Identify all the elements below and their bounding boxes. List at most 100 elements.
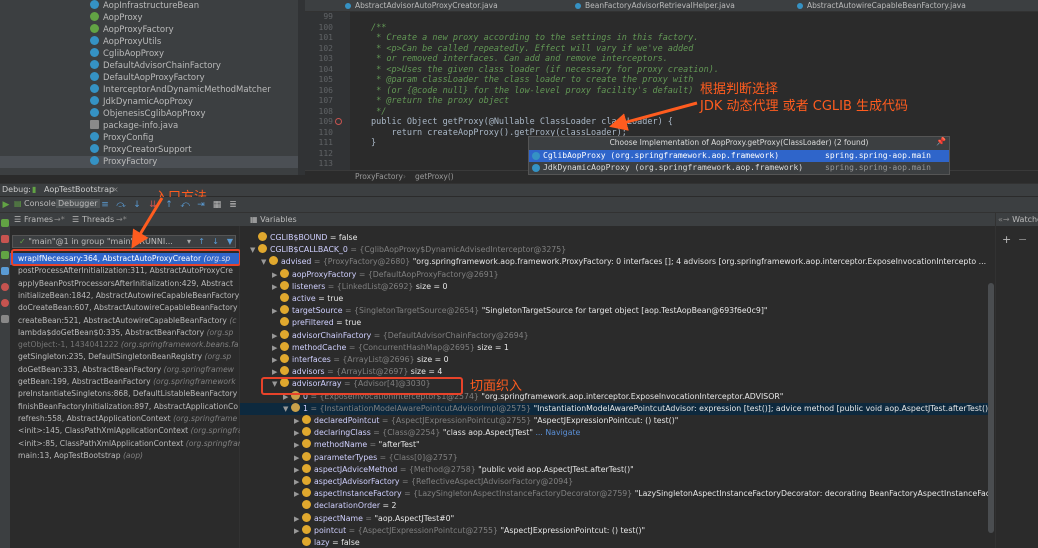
debugger-tab[interactable]: Debugger (56, 199, 100, 208)
stack-frame[interactable]: main:13, AopTestBootstrap (aop) (18, 450, 240, 462)
breadcrumb-item[interactable]: getProxy() (415, 172, 454, 181)
variable-row[interactable]: CGLIB$BOUND = false (250, 232, 988, 244)
tree-item[interactable]: ProxyConfig (90, 132, 154, 144)
tree-item[interactable]: CglibAopProxy (90, 48, 164, 60)
tree-item[interactable]: AopProxyUtils (90, 36, 161, 48)
pin-icon[interactable]: 📌 (936, 137, 946, 146)
run-config-tab[interactable]: AopTestBootstrap (44, 185, 114, 194)
editor-tab[interactable]: AbstractAutowireCapableBeanFactory.java (797, 0, 966, 12)
expand-icon[interactable]: ▶ (272, 330, 280, 342)
stack-frame[interactable]: createBean:521, AbstractAutowireCapableB… (18, 315, 240, 327)
mute-breakpoints-icon[interactable] (1, 299, 9, 307)
expand-icon[interactable]: ▶ (294, 464, 302, 476)
stack-frame[interactable]: finishBeanFactoryInitialization:897, Abs… (18, 401, 240, 413)
filter-icon[interactable]: ▼ (227, 236, 233, 248)
implementation-row[interactable]: JdkDynamicAopProxy (org.springframework.… (529, 162, 949, 174)
variable-row[interactable]: ▶ pointcut = {AspectJExpressionPointcut@2… (294, 524, 988, 537)
variable-row[interactable]: preFiltered = true (272, 317, 988, 329)
up-arrow-icon[interactable]: ↑ (198, 236, 205, 248)
thread-selector[interactable]: ✓ "main"@1 in group "main": RUNNI... ▾ ↑… (12, 235, 236, 248)
variable-row[interactable]: ▶ declaringClass = {Class@2254} "class ao… (294, 427, 988, 439)
tree-item[interactable]: AopInfrastructureBean (90, 0, 199, 12)
view-breakpoints-icon[interactable] (1, 283, 9, 291)
expand-icon[interactable]: ▶ (294, 452, 302, 464)
variable-row[interactable]: ▶ aspectJAdviceMethod = {Method@2758} "pu… (294, 463, 988, 476)
tree-item[interactable]: ObjenesisCglibAopProxy (90, 108, 206, 120)
frames-tab[interactable]: Frames (24, 213, 53, 226)
tree-item[interactable]: package-info.java (90, 120, 178, 132)
rerun-icon[interactable] (1, 219, 9, 227)
expand-icon[interactable]: ▶ (294, 476, 302, 488)
expand-icon[interactable]: ▶ (294, 439, 302, 451)
variable-row[interactable]: lazy = false (294, 537, 988, 548)
resume-icon[interactable]: ▶ (1, 200, 11, 210)
expand-icon[interactable]: ▶ (294, 415, 302, 427)
tree-item[interactable]: InterceptorAndDynamicMethodMatcher (90, 84, 271, 96)
tree-item-selected[interactable]: ProxyFactory (0, 156, 298, 168)
variable-row[interactable]: ▶ targetSource = {SingletonTargetSource@2… (272, 305, 988, 317)
tree-scrollbar[interactable] (298, 0, 305, 175)
expand-icon[interactable]: ▶ (294, 427, 302, 439)
variable-row[interactable]: ▶ aspectJAdvisorFactory = {ReflectiveAspe… (294, 476, 988, 488)
editor-tab[interactable]: AbstractAdvisorAutoProxyCreator.java (345, 0, 498, 12)
variable-row[interactable]: ▼ 1 = {InstantiationModelAwarePointcutAdv… (240, 402, 988, 415)
stack-frame[interactable]: lambda$doGetBean$0:335, AbstractBeanFact… (18, 327, 240, 339)
expand-icon[interactable]: ▶ (294, 525, 302, 537)
variable-row[interactable]: ▶ aspectInstanceFactory = {LazySingletonA… (294, 488, 988, 500)
breakpoint-marker-icon[interactable] (335, 118, 342, 125)
stack-frame[interactable]: postProcessAfterInitialization:311, Abst… (18, 265, 240, 277)
expand-icon[interactable]: ▶ (272, 281, 280, 293)
variables-scrollbar[interactable] (988, 283, 994, 533)
expand-icon[interactable]: ▶ (272, 342, 280, 354)
stack-frame[interactable]: initializeBean:1842, AbstractAutowireCap… (18, 290, 240, 302)
variable-link[interactable]: ... Navigate (535, 428, 580, 437)
stack-frame[interactable]: <init>:145, ClassPathXmlApplicationConte… (18, 425, 240, 437)
expand-icon[interactable]: ▶ (272, 305, 280, 317)
stack-frame[interactable]: doCreateBean:607, AbstractAutowireCapabl… (18, 302, 240, 314)
implementation-row[interactable]: CglibAopProxy (org.springframework.aop.f… (529, 150, 949, 162)
variable-row[interactable]: ▶ parameterTypes = {Class[0]@2757} (294, 451, 988, 464)
variable-row[interactable]: active = true (272, 293, 988, 305)
pause-icon[interactable] (1, 267, 9, 275)
force-step-into-icon[interactable]: ⇊ (148, 200, 158, 210)
tree-item[interactable]: DefaultAopProxyFactory (90, 72, 205, 84)
variable-row[interactable]: ▼ advised = {ProxyFactory@2680} "org.spri… (261, 256, 988, 268)
stack-frame[interactable]: <init>:85, ClassPathXmlApplicationContex… (18, 438, 240, 450)
collapse-icon[interactable]: ▼ (261, 256, 269, 268)
threads-tab[interactable]: Threads (82, 213, 114, 226)
variable-row[interactable]: ▶ advisorChainFactory = {DefaultAdvisorCh… (272, 329, 988, 342)
expand-icon[interactable]: ▶ (294, 513, 302, 525)
tree-item[interactable]: AopProxy (90, 12, 143, 24)
stack-frame[interactable]: doGetBean:333, AbstractBeanFactory (org.… (18, 364, 240, 376)
variable-row[interactable]: ▶ listeners = {LinkedList@2692} size = 0 (272, 280, 988, 293)
tree-item[interactable]: ProxyCreatorSupport (90, 144, 192, 156)
run-to-cursor-icon[interactable]: ⇥ (196, 200, 206, 210)
expand-icon[interactable]: ▶ (272, 269, 280, 281)
collapse-icon[interactable]: ▼ (250, 244, 258, 256)
stack-frame[interactable]: getBean:199, AbstractBeanFactory (org.sp… (18, 376, 240, 388)
variable-row[interactable]: ▶ methodName = "afterTest" (294, 439, 988, 451)
console-tab[interactable]: Console (24, 199, 56, 208)
stack-frame[interactable]: applyBeanPostProcessorsAfterInitializati… (18, 278, 240, 290)
stop-icon[interactable] (1, 235, 9, 243)
collapse-icon[interactable]: ▼ (283, 403, 291, 415)
stack-frame[interactable]: getSingleton:235, DefaultSingletonBeanRe… (18, 351, 240, 363)
variable-row[interactable]: ▶ aopProxyFactory = {DefaultAopProxyFacto… (272, 268, 988, 281)
step-out-icon[interactable]: ↑ (164, 200, 174, 210)
close-icon[interactable]: × (112, 185, 119, 194)
trace-icon[interactable]: ≣ (228, 200, 238, 210)
editor-tab[interactable]: BeanFactoryAdvisorRetrievalHelper.java (575, 0, 735, 12)
resume-program-icon[interactable] (1, 251, 9, 259)
drop-frame-icon[interactable]: ⤺ (180, 200, 190, 210)
expand-icon[interactable]: ▶ (294, 488, 302, 500)
variable-row[interactable]: ▶ interfaces = {ArrayList@2696} size = 0 (272, 354, 988, 366)
stack-frame[interactable]: preInstantiateSingletons:868, DefaultLis… (18, 388, 240, 400)
tree-item[interactable]: AopProxyFactory (90, 24, 174, 36)
remove-watch-icon[interactable]: − (1018, 233, 1027, 246)
variable-row[interactable]: declarationOrder = 2 (294, 500, 988, 512)
settings-icon[interactable] (1, 315, 9, 323)
tree-item[interactable]: JdkDynamicAopProxy (90, 96, 193, 108)
expand-icon[interactable]: ▶ (272, 354, 280, 366)
stack-frame[interactable]: refresh:558, AbstractApplicationContext … (18, 413, 240, 425)
variable-row[interactable]: ▶ aspectName = "aop.AspectJTest#0" (294, 512, 988, 525)
